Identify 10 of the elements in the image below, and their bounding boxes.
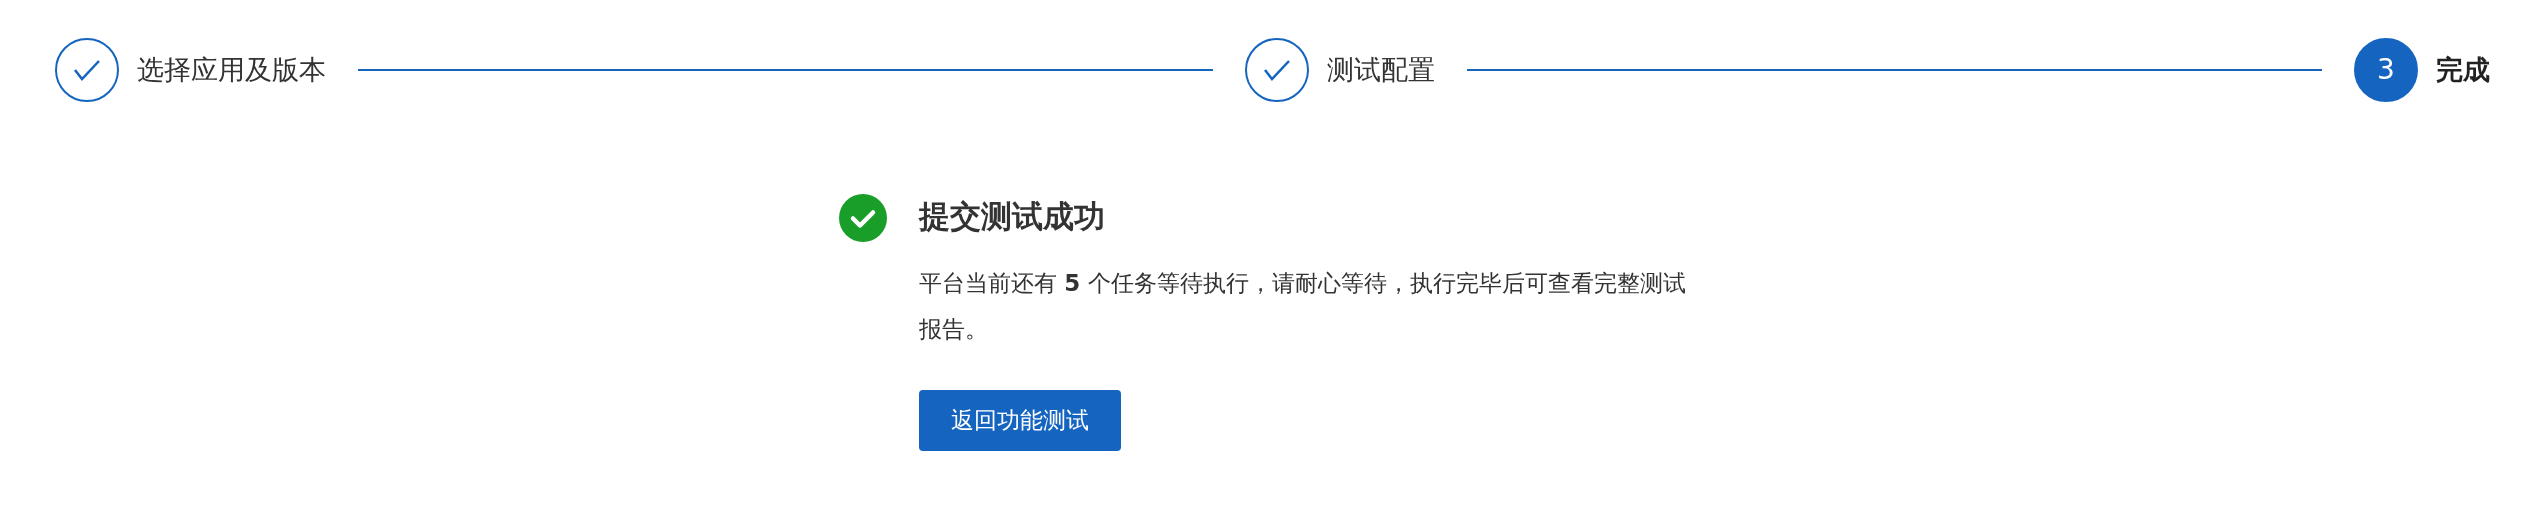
- result-title: 提交测试成功: [919, 197, 1106, 236]
- step-number: 3: [2354, 38, 2418, 102]
- step-label: 测试配置: [1327, 52, 1435, 87]
- result-message: 平台当前还有 5 个任务等待执行，请耐心等待，执行完毕后可查看完整测试报告。: [919, 269, 1687, 345]
- back-button[interactable]: 返回功能测试: [919, 390, 1121, 451]
- step-label: 完成: [2436, 52, 2490, 87]
- success-icon: [839, 194, 887, 242]
- check-icon: [73, 59, 101, 81]
- step-label: 选择应用及版本: [137, 52, 326, 87]
- check-icon: [1263, 59, 1291, 81]
